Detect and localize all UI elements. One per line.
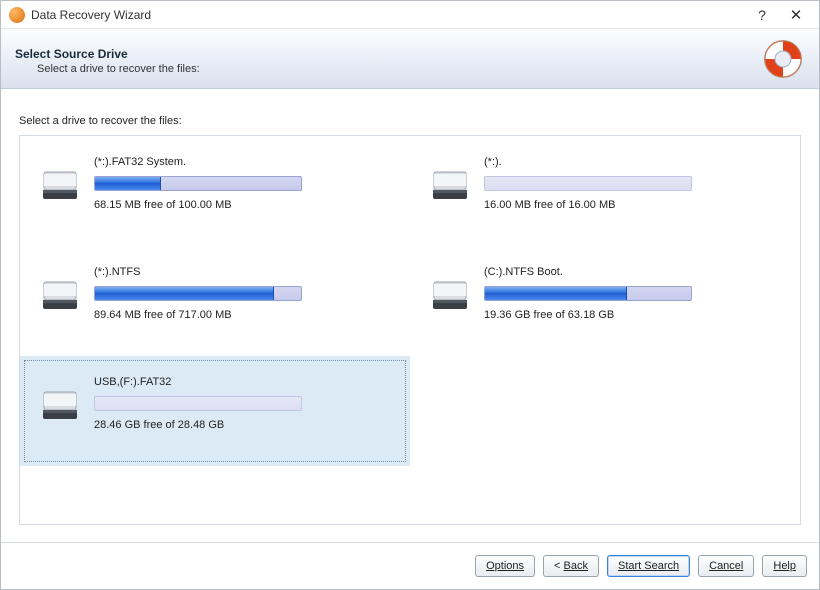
wizard-header: Select Source Drive Select a drive to re…: [1, 29, 819, 89]
drive-icon: [40, 166, 80, 206]
app-icon: [9, 7, 25, 23]
drive-item[interactable]: (*:). 16.00 MB free of 16.00 MB: [410, 136, 800, 246]
drive-icon: [40, 386, 80, 426]
drive-icon: [430, 166, 470, 206]
drive-item[interactable]: USB,(F:).FAT32 28.46 GB free of 28.48 GB: [20, 356, 410, 466]
usage-bar: [94, 286, 302, 301]
usage-bar: [94, 176, 302, 191]
drive-name-label: (*:).NTFS: [94, 266, 390, 280]
page-subtitle: Select a drive to recover the files:: [15, 63, 761, 75]
help-button[interactable]: Help: [762, 555, 807, 577]
usage-bar-fill: [485, 287, 627, 300]
drive-name-label: (*:).: [484, 156, 780, 170]
content-area: Select a drive to recover the files: (*:…: [1, 89, 819, 543]
usage-bar-fill: [95, 177, 161, 190]
instruction-label: Select a drive to recover the files:: [19, 115, 801, 127]
drive-name-label: USB,(F:).FAT32: [94, 376, 390, 390]
drive-free-label: 89.64 MB free of 717.00 MB: [94, 309, 390, 321]
start-search-button[interactable]: Start Search: [607, 555, 690, 577]
usage-bar: [484, 286, 692, 301]
usage-bar-fill: [95, 287, 274, 300]
back-button[interactable]: < Back: [543, 555, 599, 577]
page-title: Select Source Drive: [15, 47, 761, 61]
titlebar: Data Recovery Wizard ? ✕: [1, 1, 819, 29]
drive-free-label: 28.46 GB free of 28.48 GB: [94, 419, 390, 431]
titlebar-close-button[interactable]: ✕: [779, 4, 813, 26]
drive-list: (*:).FAT32 System. 68.15 MB free of 100.0…: [19, 135, 801, 525]
drive-free-label: 19.36 GB free of 63.18 GB: [484, 309, 780, 321]
drive-name-label: (C:).NTFS Boot.: [484, 266, 780, 280]
drive-item[interactable]: (*:).NTFS 89.64 MB free of 717.00 MB: [20, 246, 410, 356]
wizard-window: Data Recovery Wizard ? ✕ Select Source D…: [0, 0, 820, 590]
wizard-footer: Options < Back Start Search Cancel Help: [1, 543, 819, 589]
drive-item[interactable]: (*:).FAT32 System. 68.15 MB free of 100.0…: [20, 136, 410, 246]
window-title: Data Recovery Wizard: [31, 8, 151, 22]
usage-bar: [94, 396, 302, 411]
drive-icon: [430, 276, 470, 316]
options-button[interactable]: Options: [475, 555, 535, 577]
drive-item[interactable]: (C:).NTFS Boot. 19.36 GB free of 63.18 GB: [410, 246, 800, 356]
recovery-lifesaver-icon: [761, 37, 805, 81]
drive-icon: [40, 276, 80, 316]
drive-name-label: (*:).FAT32 System.: [94, 156, 390, 170]
cancel-button[interactable]: Cancel: [698, 555, 754, 577]
titlebar-help-button[interactable]: ?: [745, 4, 779, 26]
drive-free-label: 68.15 MB free of 100.00 MB: [94, 199, 390, 211]
usage-bar: [484, 176, 692, 191]
drive-free-label: 16.00 MB free of 16.00 MB: [484, 199, 780, 211]
